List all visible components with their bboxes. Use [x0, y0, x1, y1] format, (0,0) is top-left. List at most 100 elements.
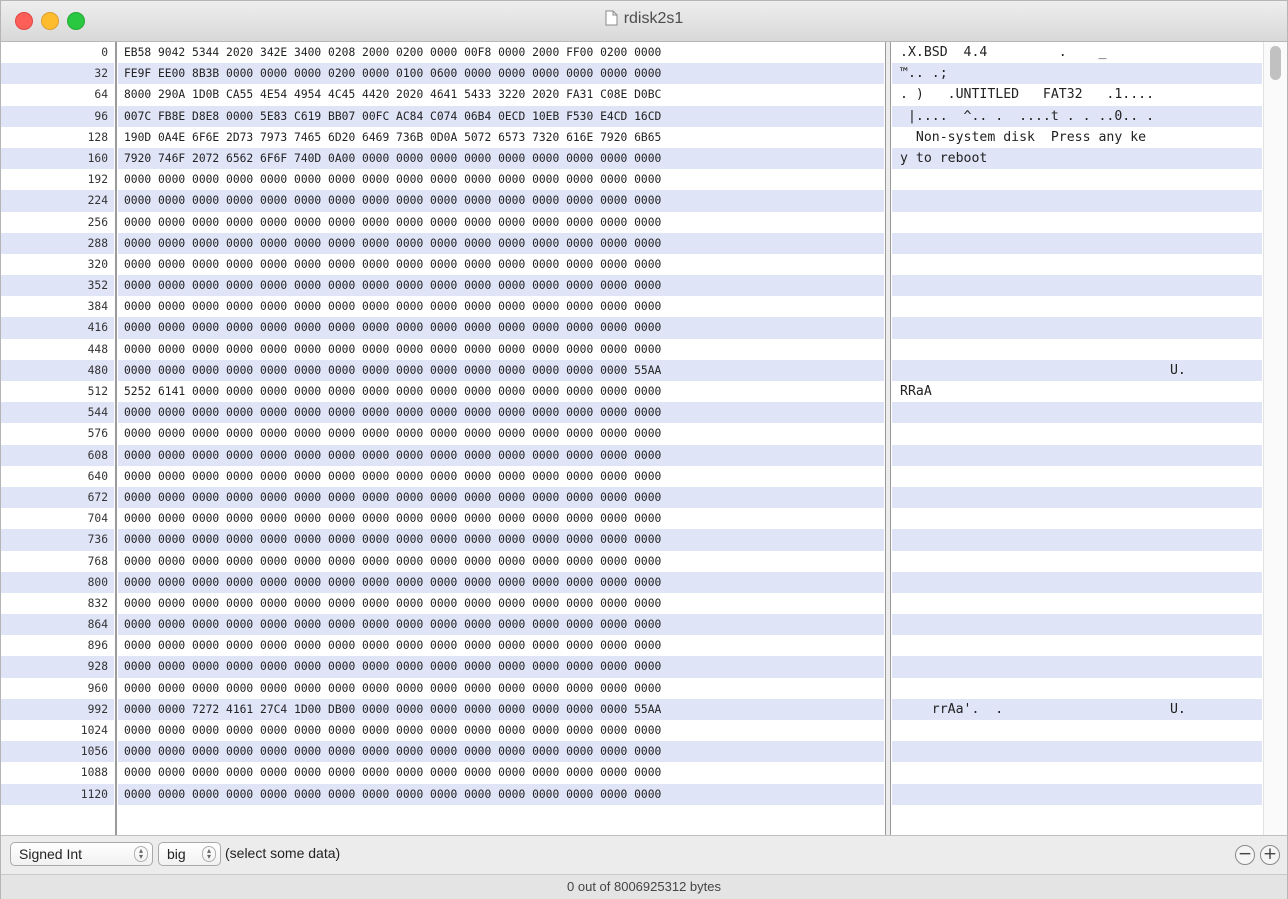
row-offset: 64	[94, 88, 108, 102]
row-ascii-text[interactable]	[892, 593, 1262, 614]
row-hex-bytes[interactable]: 0000 0000 0000 0000 0000 0000 0000 0000 …	[118, 656, 884, 678]
row-ascii-text[interactable]	[892, 529, 1262, 551]
endian-selector[interactable]: big ▴ ▾	[158, 842, 221, 866]
row-ascii-text[interactable]	[892, 656, 1262, 678]
row-ascii-text[interactable]	[892, 466, 1262, 487]
row-hex-bytes[interactable]: 0000 0000 0000 0000 0000 0000 0000 0000 …	[118, 317, 884, 339]
remove-inspector-button[interactable]: −	[1235, 845, 1255, 865]
row-offset: 704	[87, 512, 108, 526]
row-ascii-text[interactable]: U.	[892, 359, 1262, 381]
row-ascii-text[interactable]: . ) .UNTITLED FAT32 .1....	[892, 84, 1262, 105]
row-ascii-text[interactable]: RRaA	[892, 381, 1262, 402]
row-offset: 320	[87, 257, 108, 271]
row-hex-bytes[interactable]: EB58 9042 5344 2020 342E 3400 0208 2000 …	[118, 42, 884, 63]
row-hex-bytes[interactable]: 0000 0000 0000 0000 0000 0000 0000 0000 …	[118, 593, 884, 614]
row-hex-bytes[interactable]: 0000 0000 0000 0000 0000 0000 0000 0000 …	[118, 190, 884, 212]
row-ascii-text[interactable]: .X.BSD 4.4 . _	[892, 42, 1262, 63]
row-hex-bytes[interactable]: FE9F EE00 8B3B 0000 0000 0000 0200 0000 …	[118, 63, 884, 85]
row-ascii-text[interactable]	[892, 783, 1262, 805]
row-hex-bytes[interactable]: 0000 0000 0000 0000 0000 0000 0000 0000 …	[118, 762, 884, 783]
row-ascii-text[interactable]	[892, 762, 1262, 783]
row-offset: 256	[87, 215, 108, 229]
minus-icon: −	[1237, 844, 1253, 864]
row-offset: 608	[1, 444, 114, 466]
row-hex-bytes[interactable]: 0000 0000 0000 0000 0000 0000 0000 0000 …	[118, 741, 884, 763]
row-ascii-text[interactable]	[892, 402, 1262, 424]
row-hex-bytes[interactable]: 0000 0000 0000 0000 0000 0000 0000 0000 …	[118, 296, 884, 317]
row-hex-bytes[interactable]: 0000 0000 0000 0000 0000 0000 0000 0000 …	[118, 508, 884, 529]
row-hex-bytes[interactable]: 0000 0000 0000 0000 0000 0000 0000 0000 …	[118, 635, 884, 656]
row-hex-bytes[interactable]: 0000 0000 0000 0000 0000 0000 0000 0000 …	[118, 423, 884, 444]
row-ascii-text[interactable]	[892, 571, 1262, 593]
row-ascii-text[interactable]	[892, 296, 1262, 317]
row-offset: 1088	[80, 766, 108, 780]
row-hex-bytes[interactable]: 0000 0000 0000 0000 0000 0000 0000 0000 …	[118, 571, 884, 593]
row-hex-bytes[interactable]: 0000 0000 0000 0000 0000 0000 0000 0000 …	[118, 486, 884, 509]
row-hex-bytes[interactable]: 0000 0000 0000 0000 0000 0000 0000 0000 …	[118, 529, 884, 551]
row-hex-bytes[interactable]: 0000 0000 0000 0000 0000 0000 0000 0000 …	[118, 678, 884, 699]
row-ascii-text[interactable]	[892, 212, 1262, 233]
row-hex-bytes[interactable]: 0000 0000 0000 0000 0000 0000 0000 0000 …	[118, 254, 884, 275]
scroll-thumb[interactable]	[1270, 46, 1281, 80]
row-ascii-text[interactable]	[892, 678, 1262, 699]
row-ascii-text[interactable]	[892, 190, 1262, 212]
row-ascii-text[interactable]	[892, 339, 1262, 360]
row-hex-bytes[interactable]: 0000 0000 0000 0000 0000 0000 0000 0000 …	[118, 169, 884, 190]
row-hex-bytes[interactable]: 5252 6141 0000 0000 0000 0000 0000 0000 …	[118, 381, 884, 402]
row-hex-bytes[interactable]: 0000 0000 0000 0000 0000 0000 0000 0000 …	[118, 444, 884, 466]
type-selector[interactable]: Signed Int ▴ ▾	[10, 842, 153, 866]
data-inspector-bar: Signed Int ▴ ▾ big ▴ ▾ (select some data) …	[1, 836, 1287, 875]
row-offset: 96	[1, 105, 114, 127]
row-ascii-text[interactable]: y to reboot	[892, 147, 1262, 170]
column-splitter[interactable]	[885, 42, 891, 835]
status-bar: 0 out of 8006925312 bytes	[1, 875, 1287, 899]
row-ascii-text[interactable]	[892, 741, 1262, 763]
row-offset: 800	[1, 571, 114, 593]
hex-column[interactable]: EB58 9042 5344 2020 342E 3400 0208 2000 …	[118, 42, 884, 835]
row-ascii-text[interactable]: ™.. .;	[892, 63, 1262, 85]
row-offset: 768	[87, 554, 108, 568]
row-hex-bytes[interactable]: 0000 0000 0000 0000 0000 0000 0000 0000 …	[118, 212, 884, 233]
row-ascii-text[interactable]	[892, 275, 1262, 297]
row-ascii-text[interactable]	[892, 614, 1262, 636]
row-ascii-text[interactable]: |.... ^.. . ....t . . ..0.. .	[892, 105, 1262, 127]
row-hex-bytes[interactable]: 0000 0000 0000 0000 0000 0000 0000 0000 …	[118, 402, 884, 424]
row-offset: 1024	[80, 724, 108, 737]
add-inspector-button[interactable]: +	[1260, 845, 1280, 865]
row-hex-bytes[interactable]: 7920 746F 2072 6562 6F6F 740D 0A00 0000 …	[118, 147, 884, 170]
row-hex-bytes[interactable]: 0000 0000 0000 0000 0000 0000 0000 0000 …	[118, 551, 884, 572]
row-offset: 128	[87, 130, 108, 144]
row-hex-bytes[interactable]: 0000 0000 7272 4161 27C4 1D00 DB00 0000 …	[118, 698, 884, 720]
row-hex-bytes[interactable]: 190D 0A4E 6F6E 2D73 7973 7465 6D20 6469 …	[118, 127, 884, 148]
vertical-scrollbar[interactable]	[1263, 42, 1287, 835]
row-ascii-text[interactable]	[892, 232, 1262, 254]
row-ascii-text[interactable]	[892, 423, 1262, 444]
row-hex-bytes[interactable]: 0000 0000 0000 0000 0000 0000 0000 0000 …	[118, 720, 884, 741]
row-hex-bytes[interactable]: 0000 0000 0000 0000 0000 0000 0000 0000 …	[118, 466, 884, 487]
row-hex-bytes[interactable]: 0000 0000 0000 0000 0000 0000 0000 0000 …	[118, 339, 884, 360]
row-ascii-text[interactable]	[892, 551, 1262, 572]
row-hex-bytes[interactable]: 0000 0000 0000 0000 0000 0000 0000 0000 …	[118, 614, 884, 636]
row-ascii-text[interactable]	[892, 720, 1262, 741]
hex-editor-window: rdisk2s1 0 32 64 96 128 160 192 224 256 288 320 352…	[0, 0, 1288, 899]
selection-value-text: (select some data)	[225, 845, 341, 861]
row-hex-bytes[interactable]: 007C FB8E D8E8 0000 5E83 C619 BB07 00FC …	[118, 105, 884, 127]
row-ascii-text[interactable]	[892, 317, 1262, 339]
ascii-column[interactable]: .X.BSD 4.4 . _ ™.. .;. ) .UNTITLED FAT32 …	[892, 42, 1262, 835]
row-ascii-text[interactable]: Non-system disk Press any ke	[892, 127, 1262, 148]
row-hex-bytes[interactable]: 0000 0000 0000 0000 0000 0000 0000 0000 …	[118, 232, 884, 254]
row-ascii-text[interactable]	[892, 254, 1262, 275]
row-hex-bytes[interactable]: 8000 290A 1D0B CA55 4E54 4954 4C45 4420 …	[118, 84, 884, 105]
updown-arrows-icon: ▴ ▾	[202, 846, 216, 862]
row-hex-bytes[interactable]: 0000 0000 0000 0000 0000 0000 0000 0000 …	[118, 783, 884, 805]
row-ascii-text[interactable]	[892, 169, 1262, 190]
row-ascii-text[interactable]	[892, 444, 1262, 466]
row-ascii-text[interactable]	[892, 508, 1262, 529]
row-hex-bytes[interactable]: 0000 0000 0000 0000 0000 0000 0000 0000 …	[118, 359, 884, 381]
window-title: rdisk2s1	[1, 10, 1287, 31]
row-ascii-text[interactable]: rrAa'. . U.	[892, 698, 1262, 720]
title-bar[interactable]: rdisk2s1	[1, 1, 1287, 42]
row-ascii-text[interactable]	[892, 486, 1262, 509]
row-hex-bytes[interactable]: 0000 0000 0000 0000 0000 0000 0000 0000 …	[118, 275, 884, 297]
row-ascii-text[interactable]	[892, 635, 1262, 656]
